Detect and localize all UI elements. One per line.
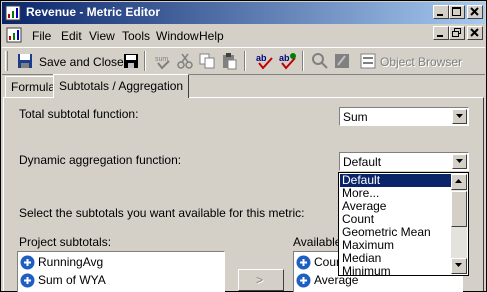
project-subtotals-list[interactable]: RunningAvg Sum of WYA (17, 251, 225, 292)
save-icon[interactable] (16, 52, 34, 70)
doc-close-button[interactable] (467, 26, 483, 40)
chevron-up-icon (455, 179, 462, 183)
copy-icon[interactable] (198, 52, 216, 70)
menu-edit[interactable]: Edit (61, 29, 82, 43)
total-subtotal-select[interactable]: Sum (339, 107, 469, 126)
title-bar[interactable]: Revenue - Metric Editor (2, 2, 485, 24)
toolbar-separator (302, 51, 304, 71)
doc-restore-button[interactable] (449, 26, 465, 40)
dropdown-scrollbar[interactable] (451, 174, 467, 274)
total-subtotal-dropdown-button[interactable] (452, 109, 467, 124)
dropdown-option-median[interactable]: Median (340, 252, 452, 265)
move-subtotal-button[interactable]: > (238, 269, 284, 291)
toolbar: Save and Close sum ab ab Object Browser (2, 47, 485, 75)
minimize-button[interactable] (433, 5, 449, 19)
properties-icon[interactable] (333, 52, 351, 70)
maximize-button[interactable] (449, 5, 465, 19)
doc-minimize-button[interactable] (433, 26, 449, 40)
move-subtotal-label: > (256, 273, 264, 287)
dynamic-aggregation-select[interactable]: Default (339, 152, 469, 171)
dynamic-aggregation-dropdown-button[interactable] (452, 154, 467, 169)
scroll-up-button[interactable] (451, 174, 467, 190)
dropdown-option-minimum[interactable]: Minimum (340, 265, 452, 275)
dynamic-aggregation-value: Default (343, 155, 382, 169)
toolbar-separator (144, 51, 146, 71)
menu-window[interactable]: Window (156, 29, 199, 43)
metric-editor-icon (5, 5, 21, 21)
menu-view[interactable]: View (89, 29, 115, 43)
sum-icon[interactable]: sum (154, 52, 172, 70)
minimize-icon (437, 35, 443, 37)
toolbar-grip[interactable] (5, 51, 8, 71)
validate-icon[interactable]: ab (279, 52, 297, 70)
menu-tools[interactable]: Tools (122, 29, 150, 43)
list-item-label: RunningAvg (38, 255, 104, 269)
menu-file[interactable]: File (32, 29, 51, 43)
add-circle-icon (296, 255, 311, 270)
object-browser-button[interactable]: Object Browser (380, 55, 462, 69)
find-icon[interactable] (311, 52, 329, 70)
svg-text:sum: sum (155, 56, 168, 63)
cut-icon[interactable] (176, 52, 194, 70)
chevron-down-icon (456, 159, 463, 163)
tab-subtotals-aggregation[interactable]: Subtotals / Aggregation (53, 74, 190, 98)
maximize-icon (452, 7, 461, 16)
add-circle-icon (20, 255, 35, 270)
dynamic-aggregation-label: Dynamic aggregation function: (19, 153, 182, 167)
restore-icon (452, 28, 461, 37)
close-button[interactable] (467, 5, 483, 19)
object-browser-icon[interactable] (359, 52, 377, 70)
spell-check-icon[interactable]: ab (256, 52, 274, 70)
add-circle-icon (296, 273, 311, 288)
menu-help[interactable]: Help (199, 29, 224, 43)
select-subtotals-label: Select the subtotals you want available … (19, 206, 305, 220)
dynamic-aggregation-dropdown-list[interactable]: Default More... Average Count Geometric … (338, 172, 469, 276)
project-subtotals-label: Project subtotals: (19, 235, 112, 249)
close-icon (470, 7, 479, 16)
toolbar-separator (244, 51, 246, 71)
svg-text:ab: ab (256, 53, 267, 63)
paste-icon[interactable] (220, 52, 238, 70)
document-menu-icon[interactable] (6, 27, 22, 43)
add-circle-icon (20, 273, 35, 288)
list-item-label: Sum of WYA (38, 273, 106, 287)
save-disk-icon[interactable] (122, 52, 140, 70)
minimize-icon (437, 14, 443, 16)
chevron-down-icon (456, 114, 463, 118)
save-and-close-button[interactable]: Save and Close (39, 55, 124, 69)
menu-bar: File Edit View Tools Window Help (2, 25, 485, 45)
svg-text:ab: ab (279, 53, 290, 63)
close-icon (470, 28, 479, 37)
total-subtotal-label: Total subtotal function: (19, 107, 139, 121)
scroll-down-button[interactable] (451, 258, 467, 274)
chevron-down-icon (455, 263, 462, 267)
scroll-thumb[interactable] (451, 191, 467, 227)
window-title: Revenue - Metric Editor (26, 5, 161, 19)
total-subtotal-value: Sum (343, 110, 368, 124)
available-subtotals-label: Available (293, 235, 342, 249)
metric-editor-window: Revenue - Metric Editor File Edit View T… (0, 0, 487, 292)
